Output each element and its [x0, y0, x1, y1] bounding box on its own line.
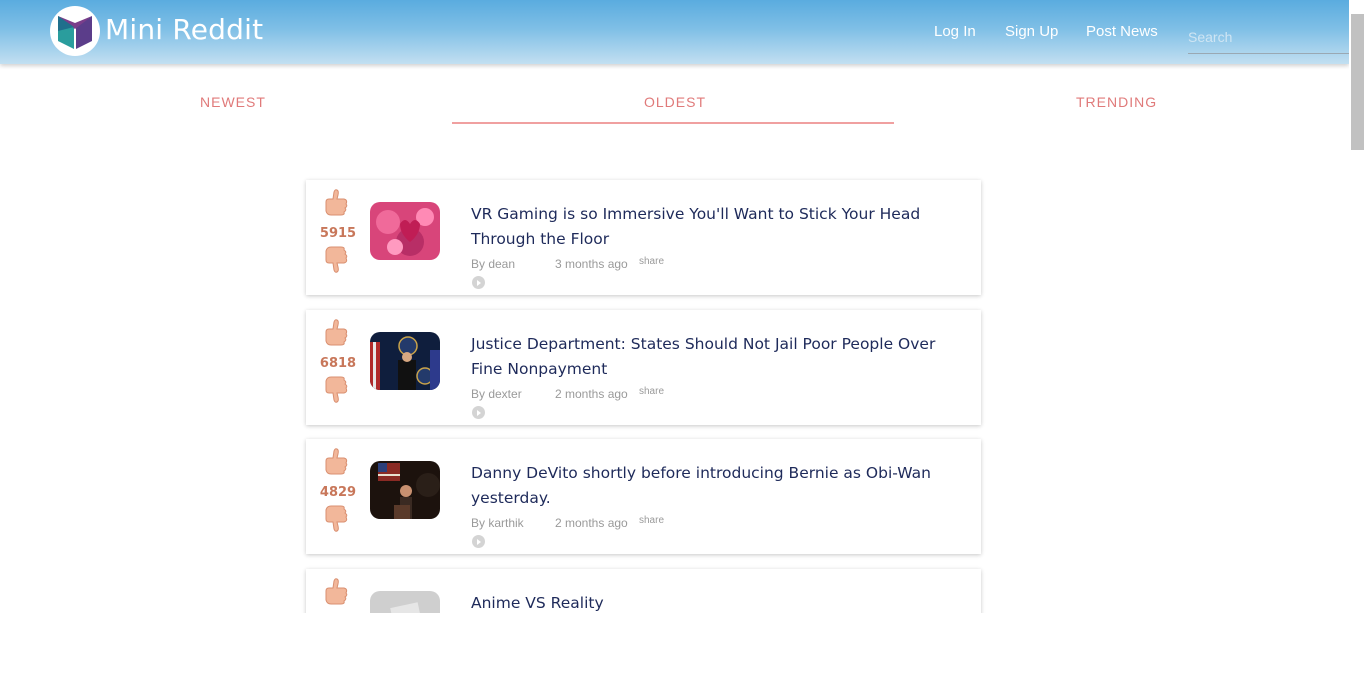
post-title[interactable]: VR Gaming is so Immersive You'll Want to…	[471, 202, 941, 252]
play-circle-icon[interactable]	[472, 406, 485, 419]
post-timestamp: 3 months ago	[555, 257, 628, 271]
post-author[interactable]: By karthik	[471, 516, 524, 530]
post-title[interactable]: Danny DeVito shortly before introducing …	[471, 461, 941, 511]
signup-link[interactable]: Sign Up	[1005, 23, 1058, 40]
vote-score: 6818	[319, 356, 357, 371]
share-link[interactable]: share	[639, 515, 664, 526]
page-viewport: Mini Reddit Log In Sign Up Post News NEW…	[0, 0, 1349, 613]
post-timestamp: 2 months ago	[555, 387, 628, 401]
brand-title[interactable]: Mini Reddit	[105, 13, 263, 46]
post-author[interactable]: By dean	[471, 257, 515, 271]
thumbs-up-icon[interactable]	[322, 447, 350, 477]
thumbs-down-icon[interactable]	[322, 503, 350, 533]
post-thumbnail[interactable]	[370, 202, 440, 260]
thumbs-up-icon[interactable]	[322, 577, 350, 607]
logo-icon[interactable]	[49, 5, 101, 57]
vote-score: 5915	[319, 226, 357, 241]
post-author[interactable]: By dexter	[471, 387, 522, 401]
share-link[interactable]: share	[639, 256, 664, 267]
thumbs-up-icon[interactable]	[322, 318, 350, 348]
tab-trending[interactable]: TRENDING	[1076, 94, 1157, 110]
thumbs-down-icon[interactable]	[322, 244, 350, 274]
post-timestamp: 2 months ago	[555, 516, 628, 530]
login-link[interactable]: Log In	[934, 23, 976, 40]
post-card: Anime VS Reality	[306, 569, 981, 613]
top-navbar: Mini Reddit Log In Sign Up Post News	[0, 0, 1349, 64]
post-card: 4829 Danny DeVito shortly before introdu…	[306, 439, 981, 554]
post-title[interactable]: Justice Department: States Should Not Ja…	[471, 332, 941, 382]
thumbs-up-icon[interactable]	[322, 188, 350, 218]
post-title[interactable]: Anime VS Reality	[471, 591, 941, 613]
tab-newest[interactable]: NEWEST	[200, 94, 266, 110]
post-card: 5915 VR Gaming is so Immersive You'll Wa…	[306, 180, 981, 295]
vote-score: 4829	[319, 485, 357, 500]
post-news-link[interactable]: Post News	[1086, 23, 1158, 40]
share-link[interactable]: share	[639, 386, 664, 397]
post-card: 6818 Justice Department: States Should N…	[306, 310, 981, 425]
post-thumbnail[interactable]	[370, 332, 440, 390]
post-thumbnail[interactable]	[370, 591, 440, 613]
play-circle-icon[interactable]	[472, 276, 485, 289]
tab-oldest[interactable]: OLDEST	[644, 94, 706, 110]
post-thumbnail[interactable]	[370, 461, 440, 519]
play-circle-icon[interactable]	[472, 535, 485, 548]
thumbs-down-icon[interactable]	[322, 374, 350, 404]
scrollbar-thumb[interactable]	[1351, 14, 1364, 150]
search-input[interactable]	[1188, 20, 1349, 54]
active-tab-indicator	[452, 122, 894, 124]
